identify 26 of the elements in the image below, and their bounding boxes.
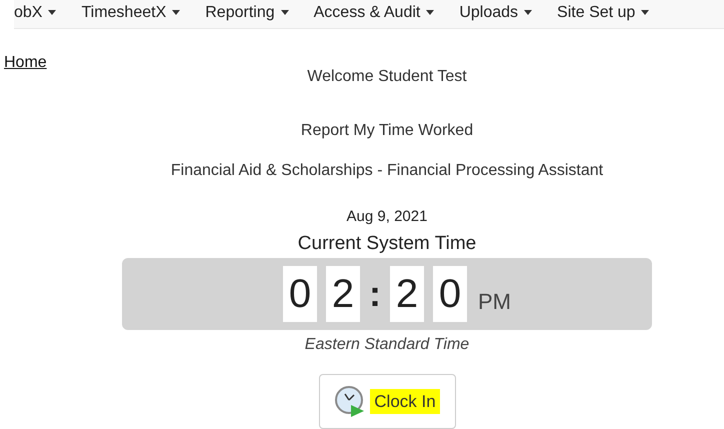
home-link[interactable]: Home [4, 54, 47, 71]
welcome-text: Welcome Student Test [307, 67, 467, 87]
position-text: Financial Aid & Scholarships - Financial Processing Assistant [170, 161, 604, 181]
clock-digit: 2 [390, 266, 424, 322]
clock-digit: 0 [283, 266, 317, 322]
clock-digit: 0 [433, 266, 467, 322]
nav-menu-item[interactable]: TimesheetX [81, 0, 180, 24]
nav-menu-item[interactable]: Reporting [205, 0, 289, 24]
nav-menu-item[interactable]: Site Set up [557, 0, 650, 24]
clock-title: Current System Time [298, 232, 476, 256]
clock-in-button[interactable]: Clock In [318, 374, 456, 429]
clock-digit: 2 [326, 266, 360, 322]
nav-menu-item[interactable]: Access & Audit [314, 0, 434, 24]
caret-icon [426, 10, 434, 15]
caret-icon [172, 10, 180, 15]
clock-period: PM [478, 288, 511, 316]
timezone-text: Eastern Standard Time [304, 335, 470, 355]
nav-menu-item[interactable]: Uploads [459, 0, 532, 24]
caret-icon [524, 10, 532, 15]
nav-menu-item[interactable]: obX [14, 0, 56, 24]
page-heading: Report My Time Worked [300, 121, 474, 141]
caret-icon [641, 10, 650, 15]
date-text: Aug 9, 2021 [346, 207, 428, 227]
caret-icon [48, 10, 56, 15]
clock-colon: : [369, 272, 381, 316]
caret-icon [280, 10, 289, 15]
